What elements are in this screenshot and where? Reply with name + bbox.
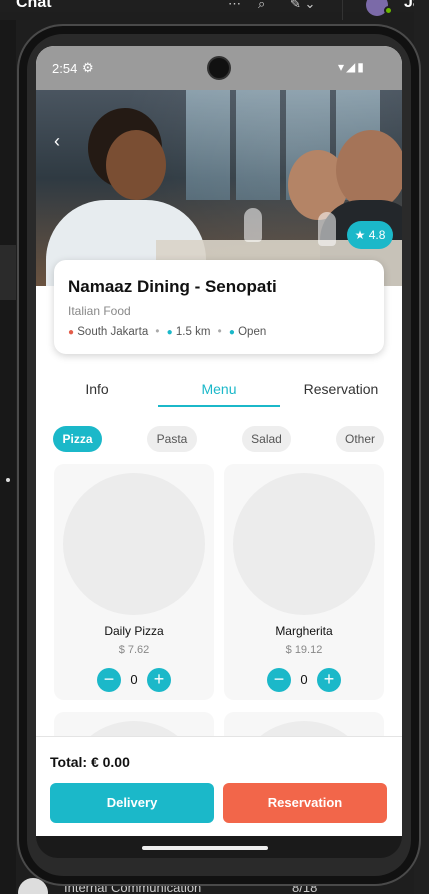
app-title: Chat bbox=[16, 0, 52, 11]
rail-dot-icon bbox=[6, 478, 10, 482]
front-camera bbox=[207, 56, 231, 80]
status-bar: 2:54 ⚙ ▾◢▮ bbox=[36, 46, 402, 90]
compose-icon[interactable]: ✎ ⌄ bbox=[290, 0, 315, 12]
toolbar-divider bbox=[342, 0, 343, 20]
signal-battery-icon: ▾◢▮ bbox=[338, 60, 366, 74]
menu-item-name: Daily Pizza bbox=[104, 624, 164, 638]
restaurant-location: South Jakarta bbox=[77, 326, 149, 338]
left-rail bbox=[0, 20, 16, 894]
tab-active-indicator bbox=[158, 405, 280, 407]
location-pin-icon: ● bbox=[68, 327, 75, 338]
left-rail-selected[interactable] bbox=[0, 245, 16, 300]
quantity-value: 0 bbox=[300, 672, 308, 687]
restaurant-distance: 1.5 km bbox=[175, 326, 211, 338]
decrease-button[interactable]: − bbox=[267, 668, 291, 692]
menu-item-card[interactable]: Margherita $ 19.12 − 0 + bbox=[224, 464, 384, 700]
restaurant-name: Namaaz Dining - Senopati bbox=[68, 277, 277, 296]
menu-item-name: Margherita bbox=[275, 624, 333, 638]
tab-info[interactable]: Info bbox=[36, 376, 158, 408]
search-icon[interactable]: ⌕ bbox=[258, 0, 265, 12]
decrease-button[interactable]: − bbox=[97, 668, 121, 692]
category-chip-pasta[interactable]: Pasta bbox=[147, 426, 197, 452]
restaurant-info-card: Namaaz Dining - Senopati Italian Food ● … bbox=[54, 260, 384, 354]
reservation-button[interactable]: Reservation bbox=[223, 783, 387, 823]
category-chip-other[interactable]: Other bbox=[336, 426, 384, 452]
quantity-value: 0 bbox=[130, 672, 138, 687]
distance-icon: ● bbox=[166, 327, 173, 338]
menu-item-photo bbox=[233, 473, 375, 615]
more-icon[interactable]: ⋯ bbox=[228, 0, 241, 12]
cart-bar: Total: € 0.00 Delivery Reservation bbox=[36, 736, 402, 836]
restaurant-open-status: Open bbox=[238, 326, 267, 338]
settings-gear-icon: ⚙ bbox=[82, 60, 94, 75]
increase-button[interactable]: + bbox=[317, 668, 341, 692]
clock-icon: ● bbox=[228, 327, 235, 338]
tab-reservation[interactable]: Reservation bbox=[280, 376, 402, 408]
menu-item-price: $ 7.62 bbox=[118, 644, 150, 656]
menu-item-card[interactable]: Daily Pizza $ 7.62 − 0 + bbox=[54, 464, 214, 700]
home-indicator[interactable] bbox=[142, 846, 268, 850]
back-arrow-icon[interactable]: ‹ bbox=[54, 132, 72, 150]
tab-menu[interactable]: Menu bbox=[158, 376, 280, 408]
presence-icon bbox=[384, 6, 393, 15]
app-screen: 2:54 ⚙ ▾◢▮ ‹ ★ 4.8 Namaaz Dining - Senop… bbox=[36, 46, 402, 836]
category-chip-salad[interactable]: Salad bbox=[242, 426, 291, 452]
quantity-stepper: − 0 + bbox=[267, 668, 341, 692]
increase-button[interactable]: + bbox=[147, 668, 171, 692]
menu-item-photo bbox=[63, 473, 205, 615]
menu-item-price: $ 19.12 bbox=[285, 644, 323, 656]
rating-value: 4.8 bbox=[368, 228, 386, 242]
rating-badge: ★ 4.8 bbox=[347, 221, 393, 249]
restaurant-cuisine: Italian Food bbox=[68, 304, 131, 318]
restaurant-meta: ● South Jakarta • ● 1.5 km • ● Open bbox=[68, 326, 267, 338]
tab-bar: Info Menu Reservation bbox=[36, 376, 402, 408]
desktop-top-bar bbox=[0, 0, 429, 12]
status-time: 2:54 bbox=[52, 61, 78, 76]
delivery-button[interactable]: Delivery bbox=[50, 783, 214, 823]
restaurant-photo bbox=[36, 90, 402, 286]
category-chip-pizza[interactable]: Pizza bbox=[53, 426, 102, 452]
cart-total: Total: € 0.00 bbox=[50, 754, 130, 770]
quantity-stepper: − 0 + bbox=[97, 668, 171, 692]
